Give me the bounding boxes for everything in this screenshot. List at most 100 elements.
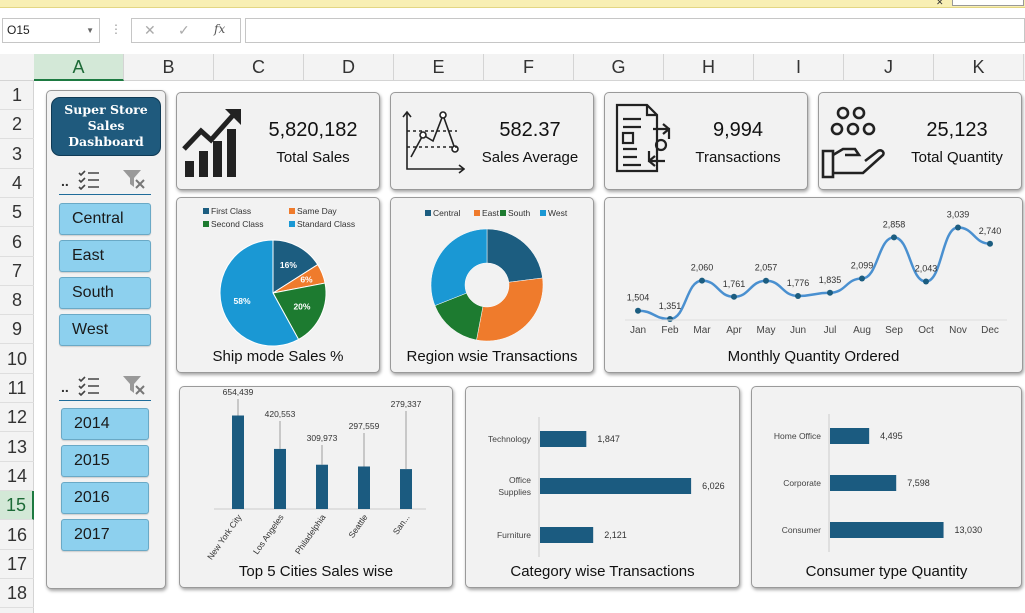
line-point[interactable] [923, 278, 929, 285]
region-donut-chart: Central East South West [425, 208, 568, 342]
row-header-15[interactable]: 15 [0, 491, 34, 521]
line-point[interactable] [955, 224, 961, 231]
row-header-5[interactable]: 5 [0, 198, 34, 228]
bar[interactable] [830, 428, 870, 444]
cancel-icon[interactable]: ✕ [144, 22, 156, 39]
row-header-7[interactable]: 7 [0, 257, 34, 286]
line-point[interactable] [987, 240, 993, 247]
chart-title: Monthly Quantity Ordered [727, 348, 900, 365]
more-options-icon[interactable]: ⋮ [110, 22, 122, 36]
enter-icon[interactable]: ✓ [178, 22, 190, 39]
slicer-region-west[interactable]: West [59, 314, 151, 346]
row-header-13[interactable]: 13 [0, 433, 34, 462]
chart-title: Category wise Transactions [510, 563, 695, 580]
kpi-card-transactions: 9,994 Transactions [604, 92, 808, 190]
bar[interactable] [540, 527, 594, 543]
line-point[interactable] [699, 277, 705, 284]
slicer-year-2014[interactable]: 2014 [61, 408, 149, 440]
row-header-3[interactable]: 3 [0, 140, 34, 169]
column-header-d[interactable]: D [304, 54, 394, 81]
logo-line-3: Dashboard [68, 134, 144, 149]
pie-data-label: 16% [280, 260, 297, 270]
column-header-a[interactable]: A [34, 54, 124, 81]
row-header-4[interactable]: 4 [0, 169, 34, 198]
row-header-11[interactable]: 11 [0, 374, 34, 403]
x-tick-label: Oct [918, 325, 934, 336]
consumer-bar-chart: 4,495 Home Office 7,598 Corporate 13,030 Cons… [774, 414, 982, 552]
slicer-year-2015[interactable]: 2015 [61, 445, 149, 477]
bar[interactable] [274, 448, 286, 509]
line-point[interactable] [827, 289, 833, 296]
row-header-8[interactable]: 8 [0, 286, 34, 316]
name-box[interactable]: O15 ▼ [2, 18, 100, 43]
donut-slice[interactable] [486, 228, 543, 283]
slicer-year-2017[interactable]: 2017 [61, 519, 149, 551]
clear-filter-icon[interactable] [121, 167, 147, 191]
column-header-g[interactable]: G [574, 54, 664, 81]
logo-line-2: Sales [87, 118, 125, 133]
y-tick-label-line: Home Office [774, 431, 821, 441]
bar[interactable] [400, 469, 412, 509]
bar[interactable] [540, 431, 587, 447]
row-header-10[interactable]: 10 [0, 345, 34, 374]
bar[interactable] [232, 415, 244, 509]
slicer-region-central[interactable]: Central [59, 203, 151, 235]
row-header-6[interactable]: 6 [0, 228, 34, 257]
line-point[interactable] [859, 275, 865, 282]
row-header-18[interactable]: 18 [0, 579, 34, 609]
row-header-1[interactable]: 1 [0, 81, 34, 110]
column-header-c[interactable]: C [214, 54, 304, 81]
column-header-h[interactable]: H [664, 54, 754, 81]
bar[interactable] [830, 475, 897, 491]
row-header-9[interactable]: 9 [0, 315, 34, 345]
legend-label: Same Day [297, 206, 337, 216]
legend-swatch [474, 210, 480, 216]
x-tick-label: Mar [693, 325, 711, 336]
column-header-e[interactable]: E [394, 54, 484, 81]
bar[interactable] [316, 464, 328, 509]
line-point[interactable] [891, 234, 897, 241]
clear-filter-icon[interactable] [121, 373, 147, 397]
bar[interactable] [358, 466, 370, 509]
row-header-2[interactable]: 2 [0, 110, 34, 140]
row-header-12[interactable]: 12 [0, 403, 34, 433]
row-header-17[interactable]: 17 [0, 550, 34, 579]
line-point[interactable] [635, 307, 641, 314]
column-header-k[interactable]: K [934, 54, 1024, 81]
donut-slice[interactable] [430, 228, 488, 306]
line-point[interactable] [763, 277, 769, 284]
kpi-value: 582.37 [499, 119, 561, 141]
line-point[interactable] [667, 315, 673, 322]
line-point[interactable] [731, 293, 737, 300]
donut-slice[interactable] [476, 277, 544, 342]
ship-mode-pie-chart: First Class Same Day Second Class Standard … [203, 206, 355, 347]
line-data-label: 1,504 [627, 293, 650, 303]
x-tick-label: Dec [981, 325, 999, 336]
y-tick-label-line: Supplies [498, 487, 531, 497]
column-header-f[interactable]: F [484, 54, 574, 81]
slicer-region-east[interactable]: East [59, 240, 151, 272]
message-bar-button[interactable] [952, 0, 1024, 6]
x-tick-label: Nov [949, 325, 967, 336]
message-bar-close-icon[interactable]: ✕ [936, 0, 944, 8]
kpi-card-total-sales: 5,820,182 Total Sales [176, 92, 380, 190]
chevron-down-icon[interactable]: ▼ [86, 19, 94, 42]
chart-title: Region wsie Transactions [406, 348, 578, 365]
line-point[interactable] [795, 292, 801, 299]
slicer-year-2016[interactable]: 2016 [61, 482, 149, 514]
multi-select-icon[interactable] [77, 168, 101, 190]
formula-input[interactable] [245, 18, 1025, 43]
row-header-14[interactable]: 14 [0, 462, 34, 491]
line-data-label: 2,057 [755, 263, 778, 273]
column-header-b[interactable]: B [124, 54, 214, 81]
slicer-region-south[interactable]: South [59, 277, 151, 309]
y-tick-label-line: Consumer [782, 525, 821, 535]
multi-select-icon[interactable] [77, 374, 101, 396]
bar[interactable] [540, 478, 692, 494]
bar[interactable] [830, 522, 944, 538]
function-icon[interactable]: fx [214, 22, 225, 36]
column-header-i[interactable]: I [754, 54, 844, 81]
dashboard-logo: Super Store Sales Dashboard [51, 97, 161, 156]
column-header-j[interactable]: J [844, 54, 934, 81]
row-header-16[interactable]: 16 [0, 521, 34, 550]
